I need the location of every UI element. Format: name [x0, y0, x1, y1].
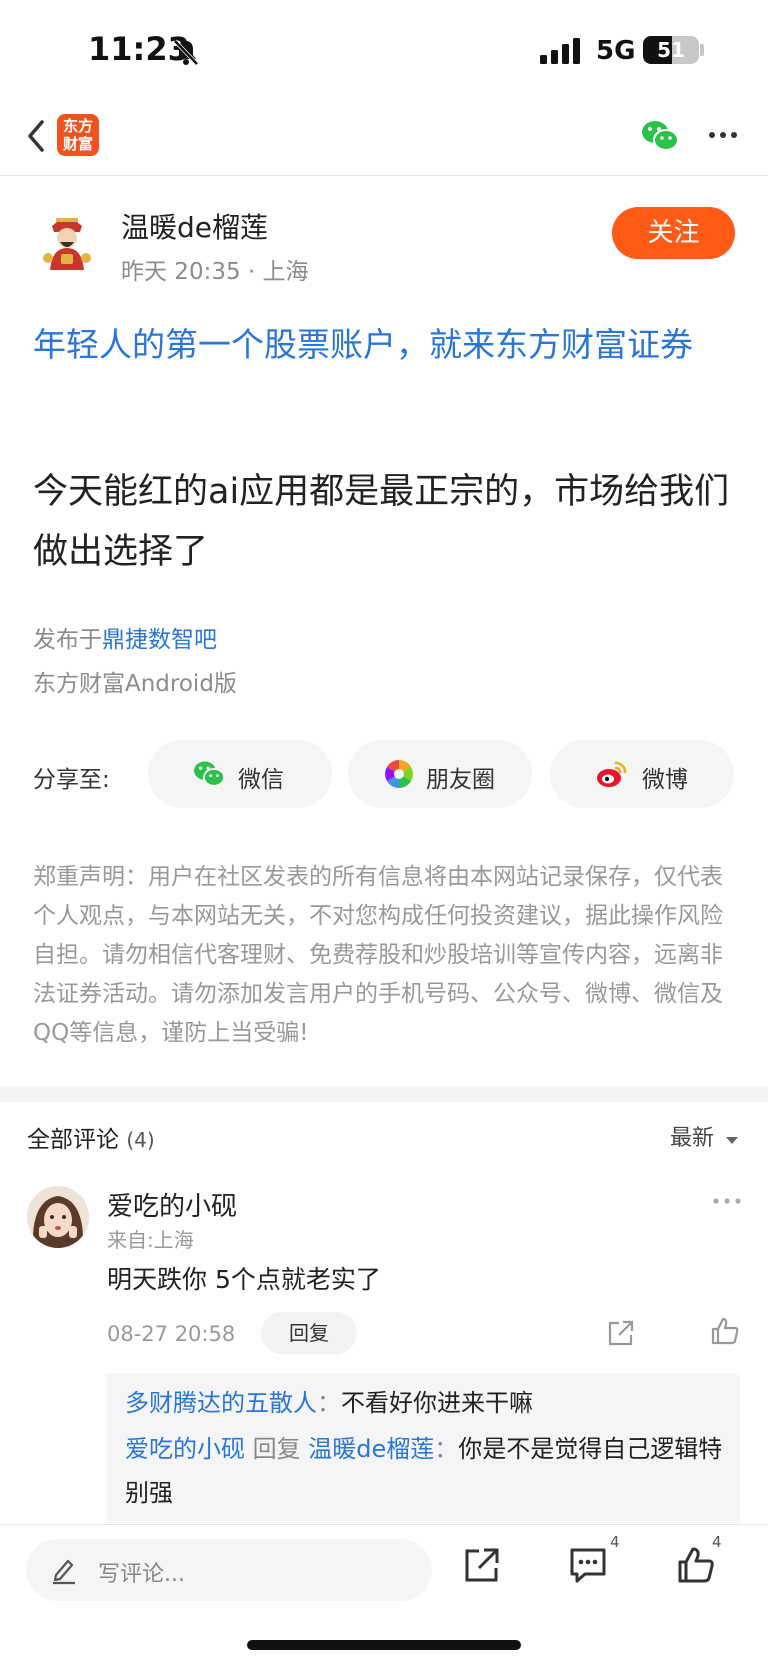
- ad-link[interactable]: 年轻人的第一个股票账户，就来东方财富证券: [33, 318, 743, 371]
- comment-count-badge: 4: [610, 1533, 620, 1551]
- like-icon[interactable]: [710, 1316, 740, 1346]
- sort-label: 最新: [670, 1126, 715, 1151]
- wechat-icon: [194, 761, 225, 787]
- battery-icon: 51: [643, 36, 699, 64]
- comments-title: 全部评论 (4): [27, 1120, 155, 1154]
- logo-line2: 财富: [62, 135, 93, 153]
- bar-link[interactable]: 鼎捷数智吧: [102, 627, 217, 653]
- comment-more-icon[interactable]: [712, 1196, 742, 1206]
- share-wechat-button[interactable]: 微信: [148, 740, 332, 808]
- reply-item: 爱吃的小砚 回复 温暖de榴莲：你是不是觉得自己逻辑特别强: [125, 1427, 725, 1515]
- reply-item: 多财腾达的五散人：不看好你进来干嘛: [125, 1381, 725, 1425]
- battery-cap: [700, 44, 704, 56]
- comment-time: 08-27 20:58: [107, 1322, 236, 1346]
- logo-line1: 东方: [62, 117, 93, 135]
- client-info: 东方财富Android版: [33, 671, 237, 697]
- like-icon[interactable]: [676, 1545, 716, 1585]
- nav-bar: 东方 财富: [0, 100, 768, 176]
- section-divider: [0, 1086, 768, 1102]
- share-icon[interactable]: [462, 1545, 502, 1585]
- commenter-avatar[interactable]: [27, 1186, 89, 1248]
- post-body: 今天能红的ai应用都是最正宗的，市场给我们做出选择了: [33, 472, 730, 572]
- weibo-icon: [597, 761, 627, 787]
- published-prefix: 发布于: [33, 627, 102, 653]
- comments-title-text: 全部评论: [27, 1127, 119, 1153]
- bottom-bar: 写评论... 4 4: [0, 1524, 768, 1665]
- reply-user[interactable]: 多财腾达的五散人: [125, 1389, 317, 1417]
- follow-button[interactable]: 关注: [612, 207, 735, 259]
- reply-separator: ：: [317, 1389, 341, 1417]
- share-weibo-button[interactable]: 微博: [550, 740, 734, 808]
- published-in: 发布于鼎捷数智吧: [33, 620, 217, 654]
- reply-text: 不看好你进来干嘛: [341, 1389, 533, 1417]
- wechat-icon[interactable]: [640, 118, 680, 154]
- author-name[interactable]: 温暖de榴莲: [121, 206, 268, 246]
- share-wechat-label: 微信: [238, 767, 284, 793]
- battery-level: 51: [657, 38, 685, 62]
- reply-separator: ：: [434, 1435, 459, 1463]
- caret-down-icon: [726, 1137, 739, 1144]
- home-indicator: [247, 1640, 521, 1650]
- share-icon[interactable]: [606, 1318, 636, 1348]
- reply-box: 多财腾达的五散人：不看好你进来干嘛 爱吃的小砚 回复 温暖de榴莲：你是不是觉得…: [107, 1373, 740, 1523]
- pencil-icon: [53, 1559, 75, 1585]
- reply-target[interactable]: 温暖de榴莲: [308, 1435, 434, 1463]
- commenter-name[interactable]: 爱吃的小砚: [107, 1186, 237, 1223]
- comment-placeholder: 写评论...: [98, 1562, 185, 1587]
- reply-user[interactable]: 爱吃的小砚: [125, 1435, 245, 1463]
- share-label: 分享至:: [33, 767, 110, 793]
- status-bar: 11:23 5G 51: [0, 0, 768, 100]
- back-arrow-icon[interactable]: [22, 116, 52, 156]
- reply-button[interactable]: 回复: [261, 1312, 357, 1354]
- comment-text: 明天跌你 5个点就老实了: [107, 1265, 381, 1294]
- like-count-badge: 4: [712, 1533, 722, 1551]
- commenter-location: 来自:上海: [107, 1228, 194, 1252]
- app-logo: 东方 财富: [57, 114, 99, 156]
- network-type: 5G: [596, 36, 636, 66]
- comment-input[interactable]: 写评论...: [26, 1539, 432, 1601]
- disclaimer: 郑重声明：用户在社区发表的所有信息将由本网站记录保存，仅代表个人观点，与本网站无…: [33, 864, 723, 1046]
- bell-muted-icon: [173, 39, 199, 66]
- sort-select[interactable]: 最新: [670, 1120, 739, 1152]
- reply-verb: 回复: [252, 1435, 301, 1463]
- author-avatar[interactable]: [36, 212, 98, 274]
- signal-icon: [540, 38, 580, 64]
- moments-icon: [385, 760, 413, 788]
- share-moments-button[interactable]: 朋友圈: [348, 740, 532, 808]
- more-icon[interactable]: [708, 130, 738, 140]
- share-weibo-label: 微博: [642, 767, 688, 793]
- comments-count: (4): [126, 1128, 155, 1152]
- post-meta: 昨天 20:35 · 上海: [121, 259, 309, 285]
- share-moments-label: 朋友圈: [426, 767, 495, 793]
- commenter-avatar-image: [27, 1186, 89, 1248]
- comment-icon[interactable]: [568, 1545, 608, 1585]
